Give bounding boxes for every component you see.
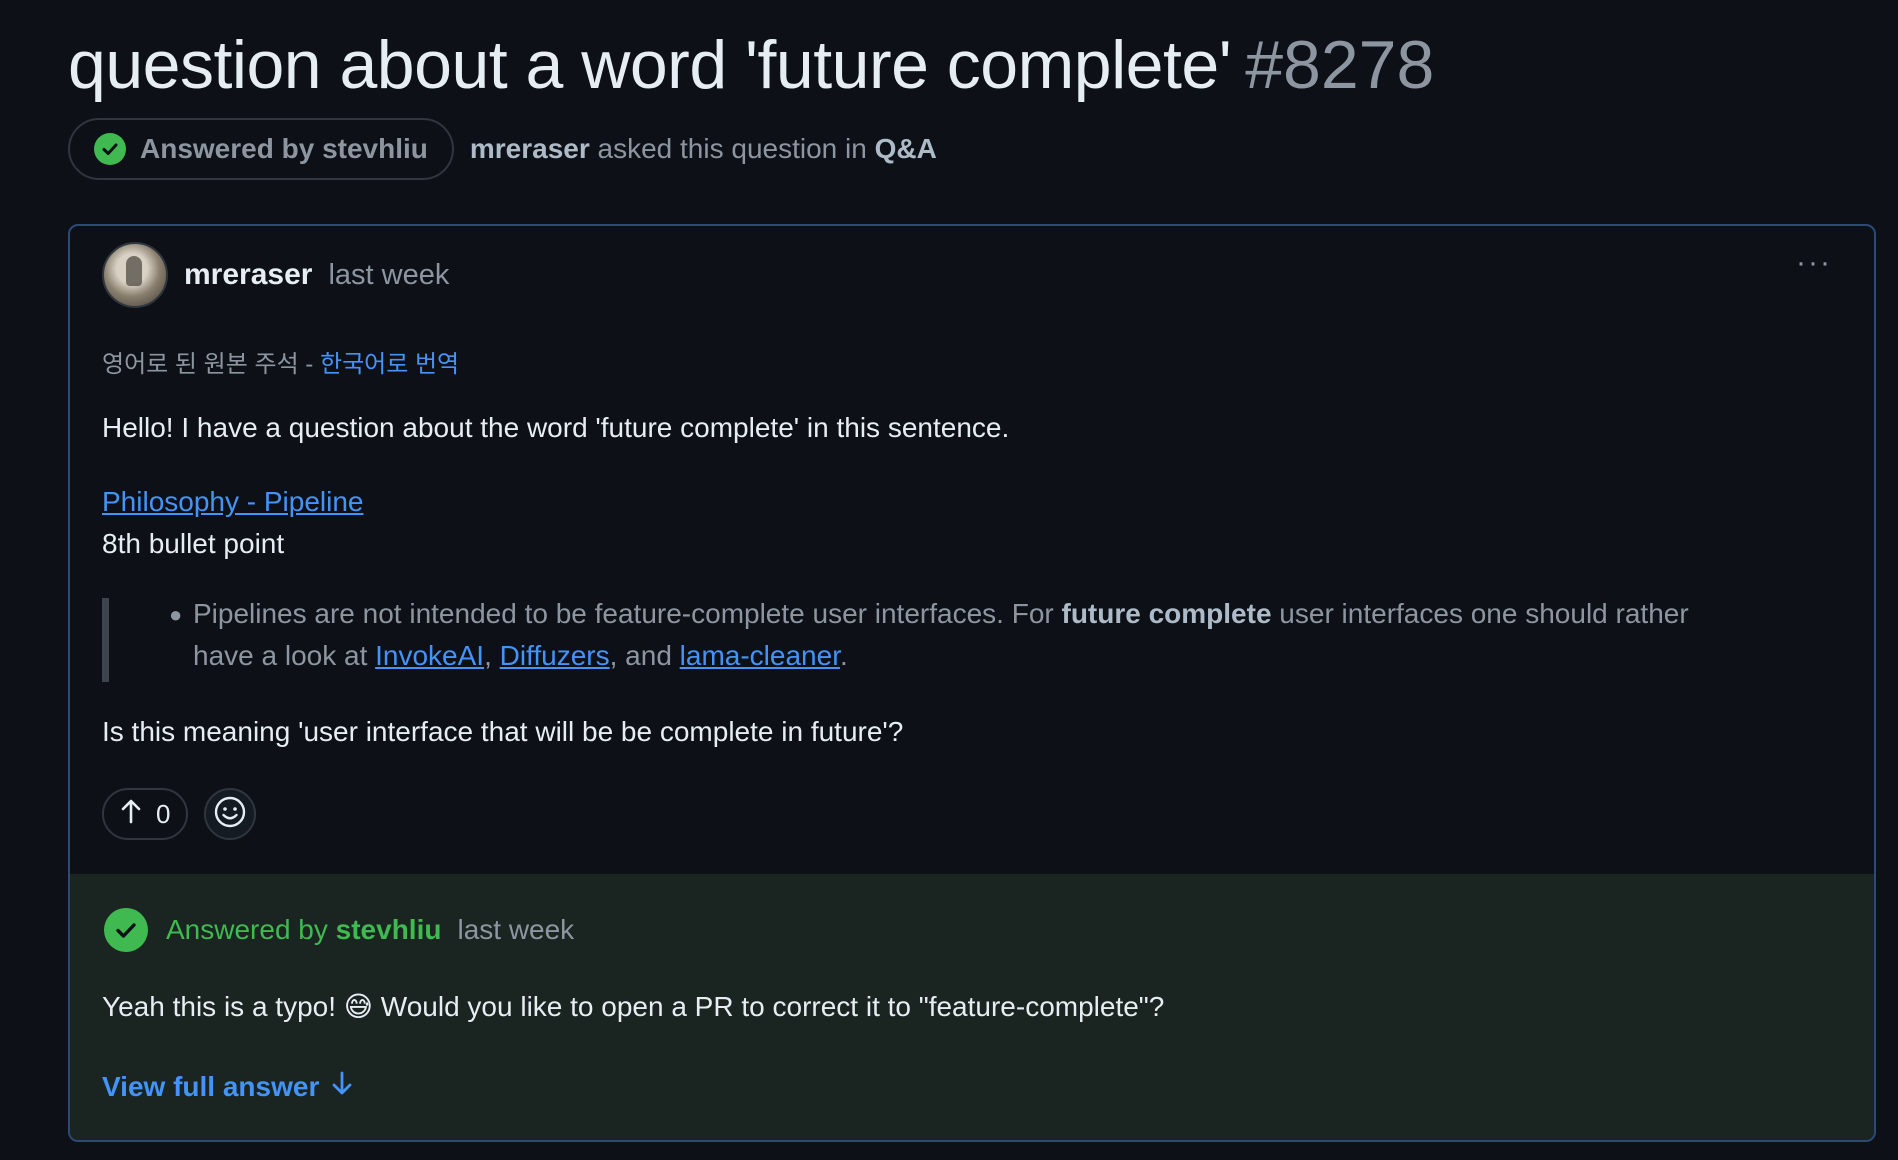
page-title: question about a word 'future complete' <box>68 27 1232 103</box>
asked-meta: mreraser asked this question in Q&A <box>470 133 937 165</box>
discussion-card: mreraser last week ··· 영어로 된 원본 주석 - 한국어… <box>68 224 1876 1142</box>
sweat-smile-emoji: 😅 <box>343 991 373 1022</box>
answer-label: Answered by stevhliu <box>166 914 441 946</box>
answered-badge-text: Answered by stevhliu <box>140 133 428 165</box>
answer-time[interactable]: last week <box>457 914 574 946</box>
kebab-icon[interactable]: ··· <box>1796 246 1832 280</box>
quote-bold: future complete <box>1061 598 1272 629</box>
answer-prefix: Answered by <box>166 914 328 945</box>
invokeai-link[interactable]: InvokeAI <box>375 640 484 671</box>
answered-prefix: Answered by <box>140 133 315 164</box>
answered-user: stevhliu <box>322 133 428 164</box>
post-author[interactable]: mreraser <box>184 258 312 292</box>
discussion-page: question about a word 'future complete' #… <box>0 0 1898 1160</box>
lama-cleaner-link[interactable]: lama-cleaner <box>680 640 840 671</box>
quote-line-2: have a look at InvokeAI, Diffuzers, and … <box>193 640 848 672</box>
post-question: Is this meaning 'user interface that wil… <box>102 716 904 747</box>
quote-prefix: have a look at <box>193 640 376 671</box>
translate-link[interactable]: 한국어로 번역 <box>320 351 459 378</box>
post-paragraph: Hello! I have a question about the word … <box>102 412 1010 443</box>
arrow-down-icon <box>331 1070 353 1103</box>
quote-sep2: , and <box>609 640 680 671</box>
bullet-icon: ● <box>169 602 183 627</box>
asker-link[interactable]: mreraser <box>470 133 590 164</box>
post-header: mreraser last week <box>102 242 449 308</box>
answer-text-start: Yeah this is a typo! <box>102 991 344 1022</box>
translation-label: 영어로 된 원본 주석 - <box>102 351 320 378</box>
quote-end: . <box>839 640 848 671</box>
quote-part2: user interfaces one should rather <box>1271 598 1689 629</box>
view-full-answer-label: View full answer <box>102 1070 320 1102</box>
add-reaction-button[interactable] <box>204 788 257 840</box>
post-time[interactable]: last week <box>328 259 449 292</box>
philosophy-link-line: Philosophy - Pipeline <box>102 486 364 518</box>
upvote-button[interactable]: 0 <box>102 788 189 840</box>
quote-line-1: Pipelines are not intended to be feature… <box>193 598 1689 630</box>
arrow-up-icon <box>120 798 142 831</box>
answered-badge[interactable]: Answered by stevhliu <box>68 118 454 180</box>
answer-section: Answered by stevhliu last week Yeah this… <box>70 874 1874 1140</box>
meta-row: Answered by stevhliu mreraser asked this… <box>68 118 937 180</box>
quote-part1: Pipelines are not intended to be feature… <box>193 598 1062 629</box>
quote-sep1: , <box>484 640 500 671</box>
answer-text: Yeah this is a typo! 😅 Would you like to… <box>102 990 1164 1023</box>
answer-text-end: Would you like to open a PR to correct i… <box>373 991 1165 1022</box>
blockquote: ● Pipelines are not intended to be featu… <box>102 598 1822 682</box>
answer-user[interactable]: stevhliu <box>336 914 442 945</box>
answer-header: Answered by stevhliu last week <box>104 908 574 952</box>
reactions-row: 0 <box>102 788 257 840</box>
philosophy-link[interactable]: Philosophy - Pipeline <box>102 486 364 517</box>
smiley-icon <box>213 795 247 834</box>
upvote-count: 0 <box>156 798 171 829</box>
check-circle-icon <box>104 908 148 952</box>
check-circle-icon <box>94 133 126 165</box>
view-full-answer-link[interactable]: View full answer <box>102 1070 353 1103</box>
avatar[interactable] <box>102 242 168 308</box>
diffuzers-link[interactable]: Diffuzers <box>500 640 610 671</box>
bullet-point-text: 8th bullet point <box>102 528 285 559</box>
asked-text: asked this question in <box>597 133 867 164</box>
category-link[interactable]: Q&A <box>875 133 937 164</box>
title-row: question about a word 'future complete' #… <box>68 26 1434 104</box>
translation-note: 영어로 된 원본 주석 - 한국어로 번역 <box>102 344 459 379</box>
discussion-number: #8278 <box>1245 27 1435 103</box>
